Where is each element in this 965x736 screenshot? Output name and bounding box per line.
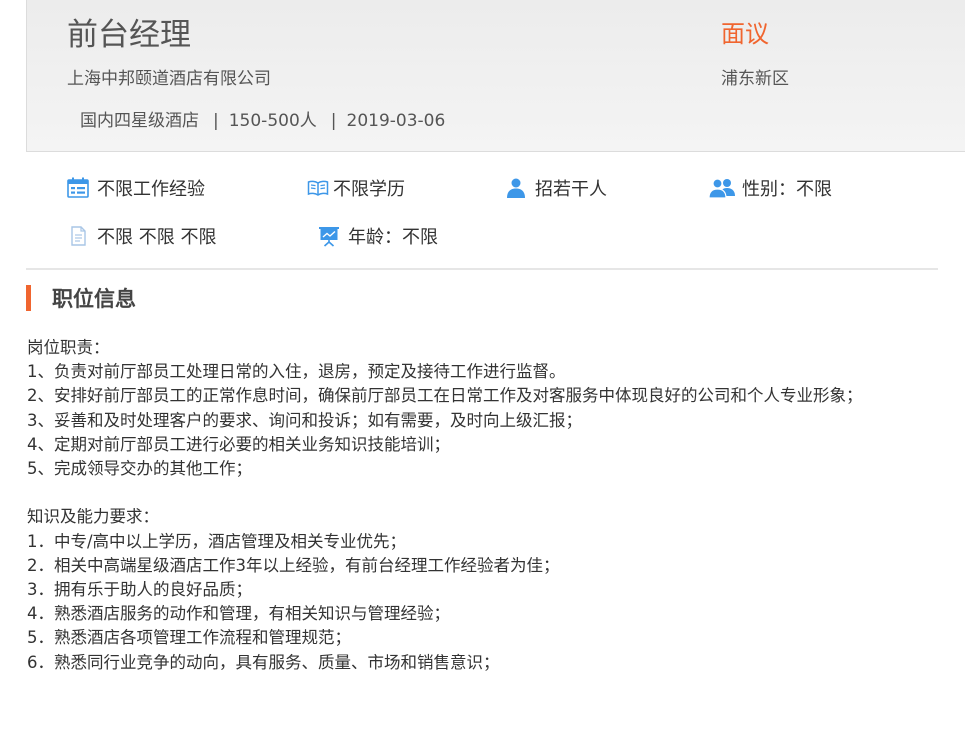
headcount-label: 招若干人	[535, 179, 607, 200]
list-item: 1、负责对前厅部员工处理日常的入住，退房，预定及接待工作进行监督。	[27, 362, 566, 382]
company-size: 150-500人	[228, 111, 317, 131]
skills-heading: 知识及能力要求：	[27, 507, 159, 527]
experience-requirement: 不限工作经验	[67, 175, 205, 201]
book-icon	[307, 177, 329, 199]
meta-separator: |	[213, 111, 219, 131]
people-icon	[708, 177, 736, 199]
section-header: 职位信息	[26, 284, 136, 312]
list-item: 2．相关中高端星级酒店工作3年以上经验，有前台经理工作经验者为佳；	[27, 555, 560, 575]
list-item: 5．熟悉酒店各项管理工作流程和管理规范；	[27, 628, 351, 648]
calendar-icon	[67, 177, 89, 199]
salary: 面议	[721, 20, 769, 48]
gender-label: 性别：不限	[742, 179, 832, 200]
duties-heading: 岗位职责：	[27, 338, 110, 357]
section-divider	[26, 268, 938, 270]
age-requirement: 年龄：不限	[318, 223, 438, 249]
misc-requirement: 不限 不限 不限	[67, 223, 216, 249]
post-date: 2019-03-06	[346, 111, 446, 131]
experience-label: 不限工作经验	[97, 179, 205, 200]
job-header: 前台经理 上海中邦颐道酒店有限公司 国内四星级酒店 | 150-500人 | 2019-…	[26, 0, 965, 152]
section-title: 职位信息	[52, 287, 136, 311]
list-item: 4．熟悉酒店服务的动作和管理，有相关知识与管理经验；	[27, 604, 450, 624]
gender-requirement: 性别：不限	[708, 175, 832, 201]
list-item: 6．熟悉同行业竞争的动向，具有服务、质量、市场和销售意识；	[27, 652, 500, 672]
meta-separator: |	[330, 111, 337, 131]
headcount-requirement: 招若干人	[505, 175, 607, 201]
education-label: 不限学历	[333, 179, 405, 200]
job-title: 前台经理	[67, 17, 191, 53]
person-icon	[505, 177, 527, 199]
list-item: 2、安排好前厅部员工的正常作息时间，确保前厅部员工在日常工作及对客服务中体现良好…	[27, 386, 863, 406]
list-item: 5、完成领导交办的其他工作；	[27, 459, 252, 479]
company-type: 国内四星级酒店	[80, 111, 199, 131]
presentation-icon	[318, 225, 340, 247]
section-accent-bar	[26, 285, 31, 311]
list-item: 3．拥有乐于助人的良好品质；	[27, 580, 252, 600]
district: 浦东新区	[721, 69, 789, 89]
document-icon	[67, 225, 89, 247]
job-description: 岗位职责： 1、负责对前厅部员工处理日常的入住，退房，预定及接待工作进行监督。 …	[27, 336, 937, 675]
company-name[interactable]: 上海中邦颐道酒店有限公司	[67, 64, 271, 89]
list-item: 1．中专/高中以上学历，酒店管理及相关专业优先；	[27, 531, 407, 551]
company-meta: 国内四星级酒店 | 150-500人 | 2019-03-06	[80, 106, 445, 131]
misc-label: 不限 不限 不限	[97, 227, 217, 248]
list-item: 3、妥善和及时处理客户的要求、询问和投诉；如有需要，及时向上级汇报；	[27, 410, 582, 430]
education-requirement: 不限学历	[307, 175, 405, 201]
list-item: 4、定期对前厅部员工进行必要的相关业务知识技能培训；	[27, 434, 450, 454]
age-label: 年龄：不限	[348, 227, 438, 248]
